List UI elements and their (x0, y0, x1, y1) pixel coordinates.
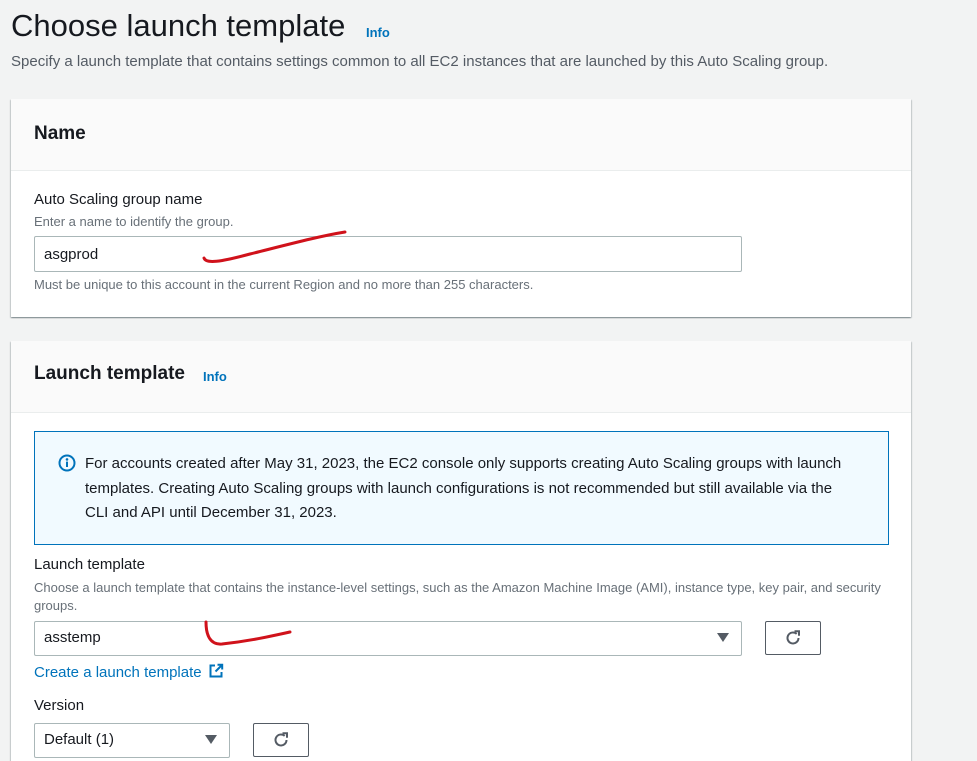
refresh-icon (271, 730, 291, 750)
page-description: Specify a launch template that contains … (11, 53, 829, 70)
title-info-link[interactable]: Info (366, 25, 390, 40)
name-panel-header: Name (11, 99, 911, 171)
version-selected: Default (1) (44, 731, 115, 748)
asg-name-constraint: Must be unique to this account in the cu… (34, 277, 534, 292)
alert-message: For accounts created after May 31, 2023,… (85, 455, 842, 521)
launch-config-alert: For accounts created after May 31, 2023,… (34, 431, 889, 545)
create-link-label: Create a launch template (34, 664, 202, 681)
version-label: Version (34, 697, 85, 714)
asg-name-description: Enter a name to identify the group. (34, 214, 234, 229)
asg-name-label: Auto Scaling group name (34, 191, 203, 208)
refresh-versions-button[interactable] (253, 723, 309, 757)
create-launch-template-link[interactable]: Create a launch template (34, 663, 224, 681)
launch-template-description: Choose a launch template that contains t… (34, 580, 881, 613)
name-panel: Name Auto Scaling group name Enter a nam… (11, 99, 911, 317)
launch-template-info-link[interactable]: Info (203, 369, 227, 384)
external-link-icon (208, 663, 224, 679)
caret-down-icon (717, 633, 729, 642)
page-title: Choose launch template (11, 8, 346, 43)
info-circle-icon (57, 453, 77, 473)
launch-template-label: Launch template (34, 556, 145, 573)
asg-name-input[interactable] (34, 236, 742, 272)
name-panel-title: Name (34, 123, 86, 144)
refresh-templates-button[interactable] (765, 621, 821, 655)
launch-template-panel-title: Launch template (34, 363, 185, 384)
launch-template-select[interactable]: asstemp (34, 621, 742, 656)
caret-down-icon (205, 735, 217, 744)
launch-template-panel: Launch template Info For accounts create… (11, 341, 911, 761)
refresh-icon (783, 628, 803, 648)
launch-template-selected: asstemp (44, 629, 101, 646)
launch-template-panel-header: Launch template Info (11, 341, 911, 413)
